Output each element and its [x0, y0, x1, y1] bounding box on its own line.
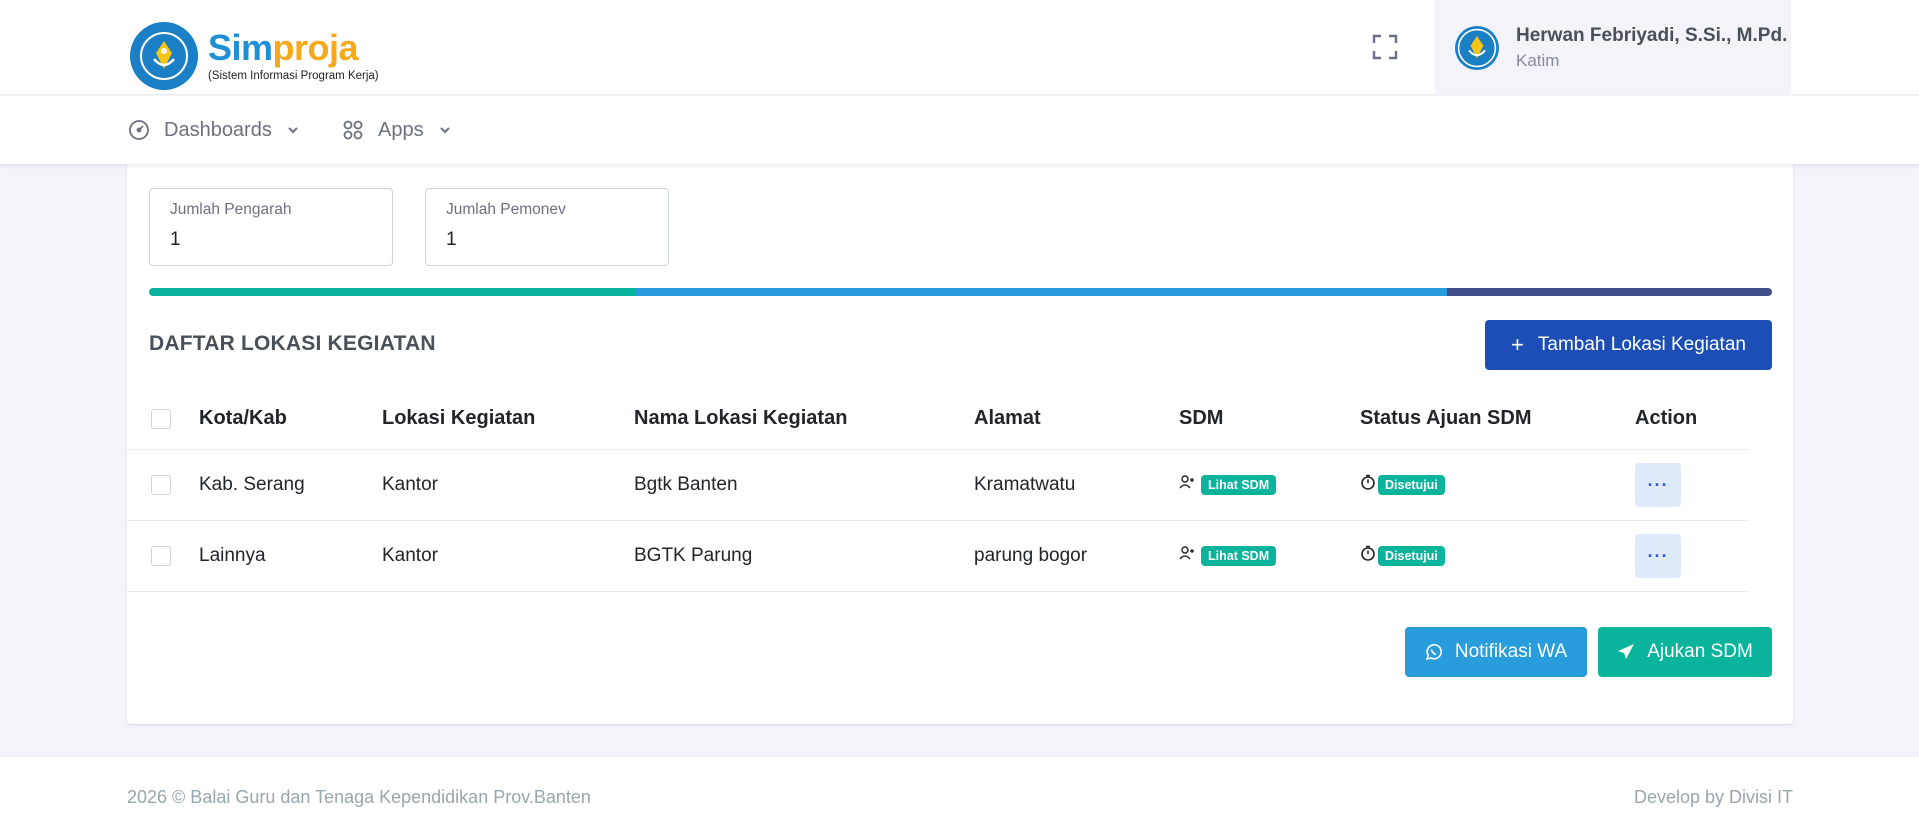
main-nav: Dashboards Apps: [0, 96, 1919, 164]
progress-segment: [635, 288, 1448, 296]
row-action-button[interactable]: ···: [1635, 463, 1681, 507]
row-checkbox[interactable]: [151, 521, 171, 591]
cell-lokasi: Kantor: [382, 474, 438, 495]
apps-grid-icon: [342, 119, 364, 141]
user-role: Katim: [1516, 51, 1560, 70]
column-header[interactable]: Kota/Kab: [199, 388, 287, 449]
cell-nama: BGTK Parung: [634, 545, 753, 566]
whatsapp-icon: [1425, 643, 1443, 661]
cell-alamat: parung bogor: [974, 545, 1088, 566]
nav-item-dashboards[interactable]: Dashboards: [128, 96, 300, 164]
app-subtitle: (Sistem Informasi Program Kerja): [208, 70, 379, 82]
progress-bar: [149, 288, 1772, 296]
footer-copyright: 2026 © Balai Guru dan Tenaga Kependidika…: [127, 787, 591, 807]
avatar: [1455, 26, 1499, 70]
progress-segment: [1447, 288, 1772, 296]
chevron-down-icon: [438, 123, 452, 137]
cell-lokasi: Kantor: [382, 545, 438, 566]
field-label: Jumlah Pengarah: [170, 201, 292, 218]
ajukan-sdm-button[interactable]: Ajukan SDM: [1598, 627, 1772, 677]
table-row: Lainnya Kantor BGTK Parung parung bogor …: [127, 521, 1749, 592]
lokasi-card: Jumlah Pengarah 1 Jumlah Pemonev 1 DAFTA…: [127, 150, 1793, 724]
column-header[interactable]: SDM: [1179, 388, 1223, 449]
cell-status: Disetujui: [1360, 521, 1445, 591]
column-header[interactable]: Action: [1635, 388, 1697, 449]
progress-segment: [149, 288, 636, 296]
column-header[interactable]: Nama Lokasi Kegiatan: [634, 388, 847, 449]
cell-action: ···: [1635, 450, 1681, 520]
user-plus-icon: [1179, 545, 1195, 567]
cell-sdm: Lihat SDM: [1179, 450, 1277, 520]
user-plus-icon: [1179, 474, 1195, 496]
cell-kota: Lainnya: [199, 545, 266, 566]
lihat-sdm-badge[interactable]: Lihat SDM: [1201, 475, 1277, 495]
row-action-button[interactable]: ···: [1635, 534, 1681, 578]
lihat-sdm-badge[interactable]: Lihat SDM: [1201, 546, 1277, 566]
button-label: Ajukan SDM: [1647, 641, 1753, 662]
jumlah-pengarah-field[interactable]: Jumlah Pengarah 1: [149, 188, 393, 266]
app-logo[interactable]: Simproja (Sistem Informasi Program Kerja…: [130, 22, 379, 90]
user-dropdown[interactable]: Herwan Febriyadi, S.Si., M.Pd. Katim: [1435, 0, 1791, 95]
user-name: Herwan Febriyadi, S.Si., M.Pd.: [1516, 25, 1788, 46]
notifikasi-wa-button[interactable]: Notifikasi WA: [1405, 627, 1587, 677]
column-header[interactable]: Status Ajuan SDM: [1360, 388, 1532, 449]
field-label: Jumlah Pemonev: [446, 201, 566, 218]
footer: 2026 © Balai Guru dan Tenaga Kependidika…: [0, 757, 1919, 838]
field-value: 1: [170, 229, 181, 250]
select-all-checkbox[interactable]: [151, 388, 171, 449]
app-title: Simproja: [208, 27, 359, 68]
plus-icon: +: [1511, 332, 1524, 357]
fullscreen-icon[interactable]: [1372, 34, 1398, 60]
table-header: Kota/Kab Lokasi Kegiatan Nama Lokasi Keg…: [127, 388, 1749, 450]
jumlah-pemonev-field[interactable]: Jumlah Pemonev 1: [425, 188, 669, 266]
cell-alamat: Kramatwatu: [974, 474, 1076, 495]
cell-status: Disetujui: [1360, 450, 1445, 520]
table-row: Kab. Serang Kantor Bgtk Banten Kramatwat…: [127, 450, 1749, 521]
tut-wuri-handayani-emblem-icon: [130, 22, 198, 90]
nav-item-apps[interactable]: Apps: [342, 96, 452, 164]
stopwatch-icon: [1360, 545, 1376, 567]
tambah-lokasi-button[interactable]: + Tambah Lokasi Kegiatan: [1485, 320, 1772, 370]
button-label: Tambah Lokasi Kegiatan: [1537, 334, 1746, 355]
nav-item-label: Apps: [378, 118, 424, 141]
status-badge: Disetujui: [1378, 546, 1445, 566]
button-label: Notifikasi WA: [1454, 641, 1568, 662]
send-icon: [1617, 643, 1635, 661]
field-value: 1: [446, 229, 457, 250]
column-header[interactable]: Lokasi Kegiatan: [382, 388, 535, 449]
column-header[interactable]: Alamat: [974, 388, 1041, 449]
row-checkbox[interactable]: [151, 450, 171, 520]
nav-item-label: Dashboards: [164, 118, 272, 141]
cell-kota: Kab. Serang: [199, 474, 305, 495]
topbar: Simproja (Sistem Informasi Program Kerja…: [0, 0, 1919, 95]
chevron-down-icon: [286, 123, 300, 137]
footer-credit: Develop by Divisi IT: [1633, 787, 1793, 807]
speedometer-icon: [128, 119, 150, 141]
cell-action: ···: [1635, 521, 1681, 591]
status-badge: Disetujui: [1378, 475, 1445, 495]
section-title: DAFTAR LOKASI KEGIATAN: [149, 332, 436, 355]
stopwatch-icon: [1360, 474, 1376, 496]
cell-nama: Bgtk Banten: [634, 474, 738, 495]
cell-sdm: Lihat SDM: [1179, 521, 1277, 591]
